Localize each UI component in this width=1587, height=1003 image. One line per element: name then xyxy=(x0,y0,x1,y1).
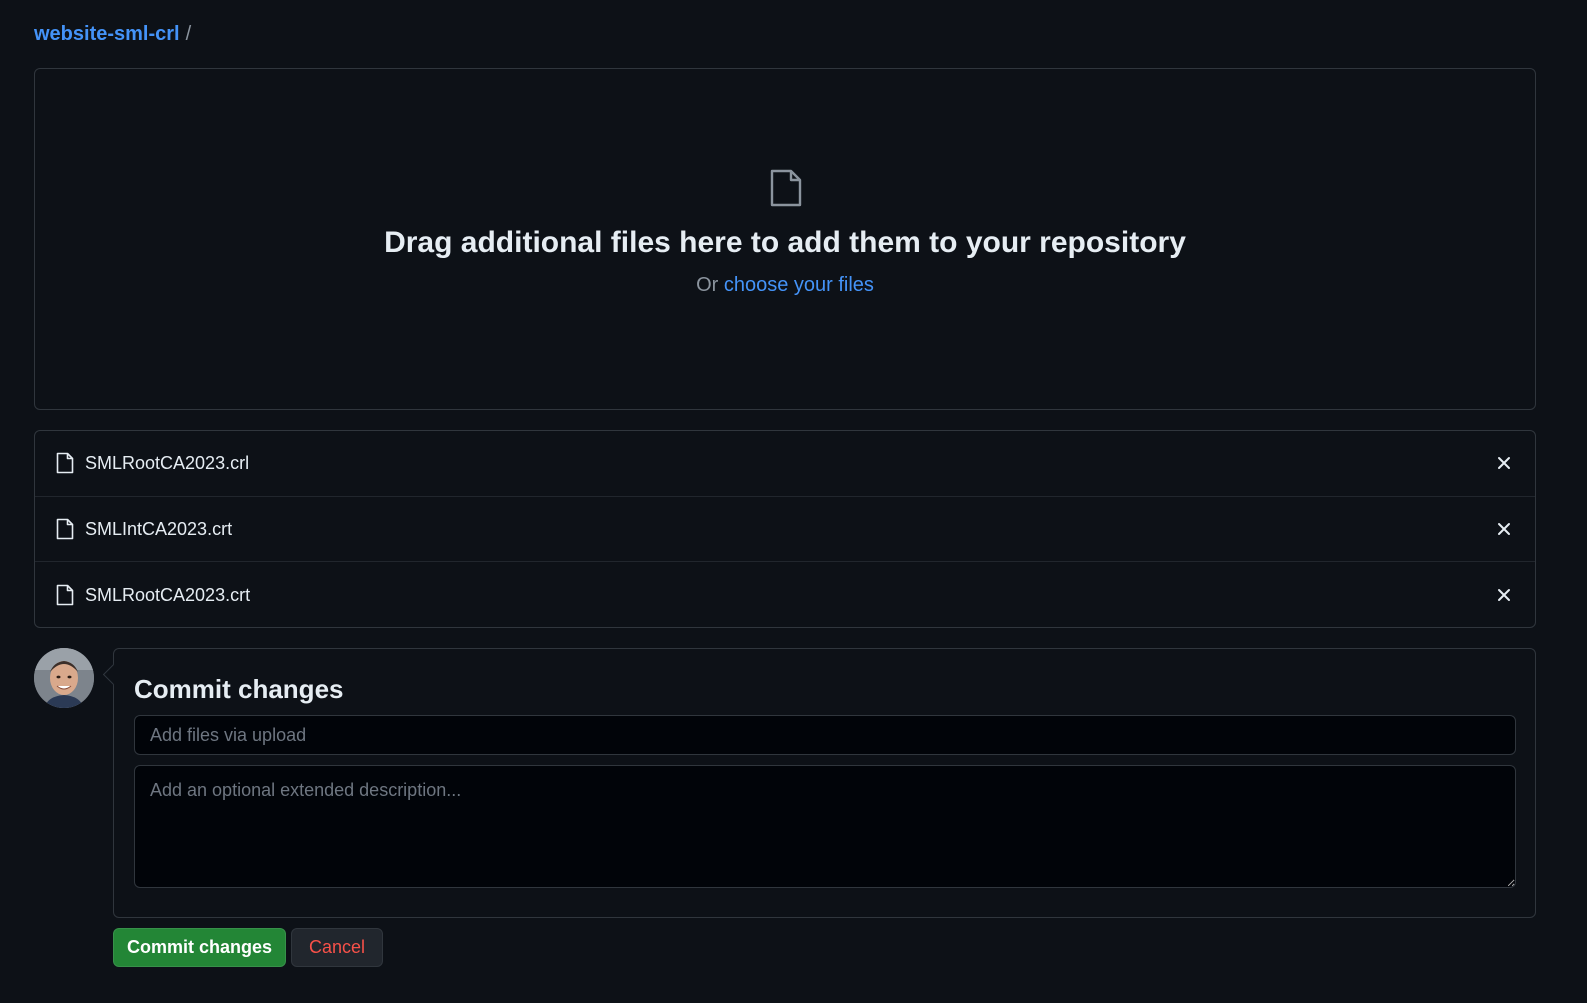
commit-description-input[interactable] xyxy=(134,765,1516,888)
commit-form: Commit changes xyxy=(113,648,1536,918)
file-icon xyxy=(56,518,74,540)
file-dropzone[interactable]: Drag additional files here to add them t… xyxy=(34,68,1536,410)
commit-summary-input[interactable] xyxy=(134,715,1516,755)
file-row: SMLRootCA2023.crl xyxy=(35,431,1535,497)
avatar[interactable] xyxy=(34,648,94,708)
dropzone-or-text: Or xyxy=(696,274,719,296)
upload-page: website-sml-crl / Drag additional files h… xyxy=(0,0,1587,1003)
breadcrumb: website-sml-crl / xyxy=(34,21,191,47)
file-icon xyxy=(56,584,74,606)
avatar-image xyxy=(34,648,94,708)
file-name: SMLRootCA2023.crl xyxy=(85,453,250,474)
dropzone-title: Drag additional files here to add them t… xyxy=(384,226,1186,259)
file-row: SMLRootCA2023.crt xyxy=(35,562,1535,627)
cancel-button[interactable]: Cancel xyxy=(291,928,383,967)
breadcrumb-separator: / xyxy=(185,23,192,45)
file-list: SMLRootCA2023.crl SMLIntCA2023.crt SMLRo… xyxy=(34,430,1536,628)
file-icon xyxy=(56,452,74,474)
choose-files-link[interactable]: choose your files xyxy=(724,274,874,296)
file-name: SMLRootCA2023.crt xyxy=(85,584,251,605)
commit-title: Commit changes xyxy=(134,674,344,704)
file-row: SMLIntCA2023.crt xyxy=(35,497,1535,562)
dropzone-subtitle: Or choose your files xyxy=(35,272,1535,298)
close-icon[interactable] xyxy=(1495,454,1513,472)
breadcrumb-repo-link[interactable]: website-sml-crl xyxy=(34,23,180,45)
file-name: SMLIntCA2023.crt xyxy=(85,518,233,539)
close-icon[interactable] xyxy=(1495,520,1513,538)
commit-changes-button[interactable]: Commit changes xyxy=(113,928,286,967)
close-icon[interactable] xyxy=(1495,586,1513,604)
file-icon xyxy=(770,169,802,207)
